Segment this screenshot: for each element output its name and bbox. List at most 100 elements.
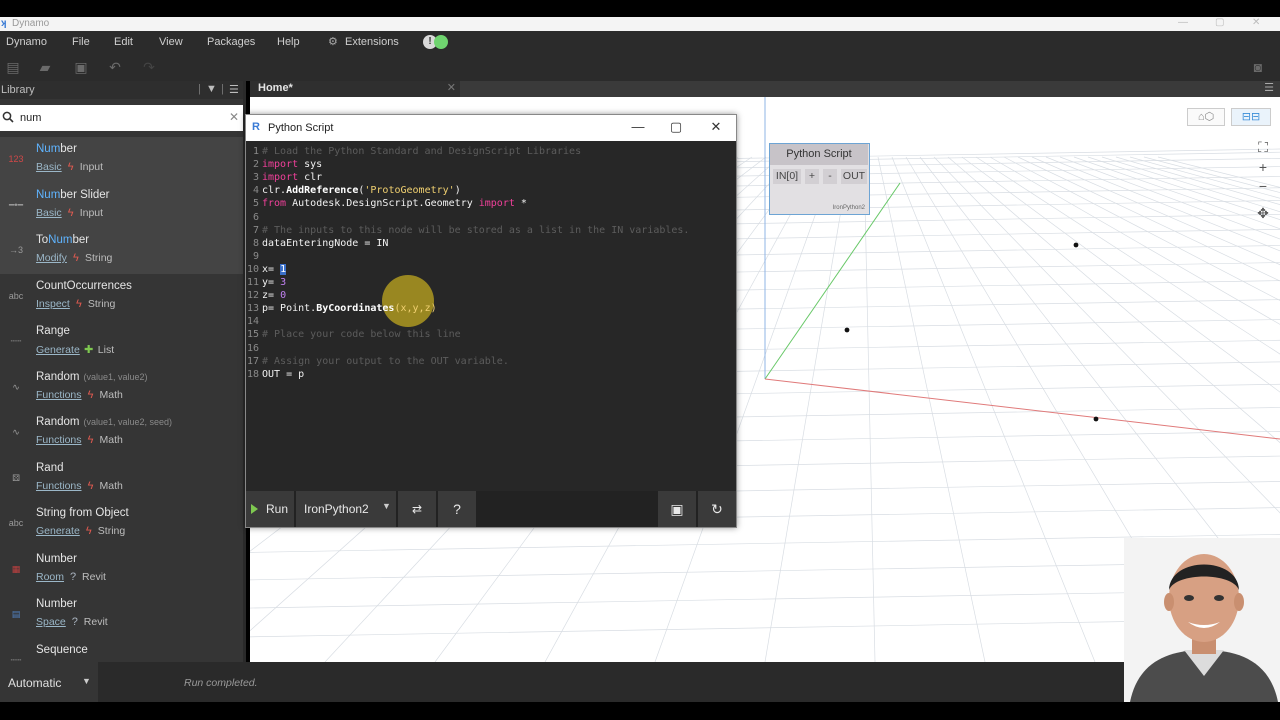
- tab-menu-icon[interactable]: ☰: [1264, 81, 1274, 94]
- line-number: 4: [252, 185, 259, 197]
- library-result-item[interactable]: ━•━ Number Slider Basic ϟ Input: [0, 182, 243, 228]
- maximize-icon[interactable]: ▢: [1215, 17, 1224, 29]
- menu-extensions[interactable]: Extensions: [345, 36, 399, 48]
- close-icon[interactable]: ✕: [1252, 17, 1260, 29]
- help-icon[interactable]: ?: [438, 491, 476, 527]
- result-category[interactable]: Modify: [36, 252, 67, 264]
- redo-icon[interactable]: ↷: [142, 60, 156, 74]
- line-number: 1: [252, 146, 259, 157]
- menu-view[interactable]: View: [159, 36, 183, 48]
- space-node-icon: ▤: [11, 609, 21, 619]
- action-icon: ϟ: [75, 297, 82, 310]
- library-result-item[interactable]: abc CountOccurrences Inspect ϟ String: [0, 274, 243, 320]
- result-category[interactable]: Inspect: [36, 298, 70, 310]
- library-result-item[interactable]: →3 ToNumber Modify ϟ String: [0, 228, 243, 274]
- result-name: Number: [36, 143, 77, 155]
- result-category[interactable]: Generate: [36, 525, 80, 537]
- notification-status[interactable]: !: [423, 35, 449, 49]
- result-category[interactable]: Room: [36, 571, 64, 583]
- filter-icon[interactable]: ▼: [206, 83, 217, 95]
- geometry-point: [844, 327, 850, 333]
- result-name-part: String from Object: [36, 507, 129, 519]
- library-result-item[interactable]: ┄┄ Range Generate ✚ List: [0, 319, 243, 365]
- result-category[interactable]: Space: [36, 616, 66, 628]
- line-number: 18: [246, 368, 259, 380]
- zoom-in-icon[interactable]: +: [1252, 158, 1274, 176]
- menu-dynamo[interactable]: Dynamo: [6, 36, 47, 48]
- result-group: String: [87, 297, 116, 310]
- search-input[interactable]: num: [20, 112, 41, 124]
- zoom-fit-icon[interactable]: ⛶: [1252, 138, 1274, 156]
- result-group: Revit: [83, 616, 108, 628]
- result-name: Number: [36, 553, 77, 565]
- editor-close-icon[interactable]: ✕: [708, 119, 724, 135]
- code-line: 8 dataEnteringNode = IN: [246, 237, 388, 250]
- library-result-item[interactable]: ┄┄ Sequence: [0, 638, 243, 663]
- editor-maximize-icon[interactable]: ▢: [668, 119, 684, 135]
- code-line: 2 import sys: [246, 158, 322, 171]
- result-category[interactable]: Generate: [36, 344, 80, 356]
- query-icon: ?: [69, 570, 77, 583]
- engine-dropdown[interactable]: IronPython2 ▼: [296, 491, 396, 527]
- abc-node-icon: abc: [8, 290, 24, 301]
- result-meta: Generate ϟ String: [36, 525, 125, 537]
- revert-icon[interactable]: ↻: [698, 491, 736, 527]
- camera-icon[interactable]: ◙: [1249, 60, 1267, 74]
- remove-input-button[interactable]: -: [823, 169, 837, 184]
- save-script-icon[interactable]: ▣: [658, 491, 696, 527]
- dice-node-icon: ⚄: [12, 472, 20, 483]
- convert-tabs-icon[interactable]: ⇄: [398, 491, 436, 527]
- new-file-icon[interactable]: ▤: [6, 60, 20, 74]
- tab-close-icon[interactable]: ✕: [447, 81, 456, 94]
- code-editor[interactable]: 1 # Load the Python Standard and DesignSc…: [246, 141, 736, 491]
- node-input-port[interactable]: IN[0]: [773, 169, 801, 184]
- menu-file[interactable]: File: [72, 36, 90, 48]
- webcam-presenter: [1124, 538, 1280, 702]
- result-category[interactable]: Functions: [36, 389, 82, 401]
- result-category[interactable]: Functions: [36, 480, 82, 492]
- result-category[interactable]: Functions: [36, 434, 82, 446]
- result-category[interactable]: Basic: [36, 207, 62, 219]
- pan-icon[interactable]: ✥: [1252, 204, 1274, 222]
- run-mode-dropdown[interactable]: Automatic ▼: [0, 662, 98, 702]
- library-result-item[interactable]: ▤ Number Space? Revit: [0, 592, 243, 638]
- library-result-item[interactable]: ⚄ Rand Functions ϟ Math: [0, 456, 243, 502]
- menu-help[interactable]: Help: [277, 36, 300, 48]
- run-button[interactable]: Run: [246, 491, 294, 527]
- library-result-item[interactable]: ▦ Number Room? Revit: [0, 547, 243, 593]
- tab-home[interactable]: Home* ✕: [250, 81, 460, 97]
- seq-node-icon: ┄┄: [10, 654, 22, 663]
- undo-icon[interactable]: ↶: [108, 60, 122, 74]
- list-view-icon[interactable]: ☰: [229, 83, 239, 96]
- open-file-icon[interactable]: ▰: [38, 60, 52, 74]
- library-search-box[interactable]: num ✕: [0, 105, 243, 131]
- save-icon[interactable]: ▣: [74, 60, 88, 74]
- library-result-item[interactable]: ∿ Random (value1, value2, seed) Functions ϟ M…: [0, 410, 243, 456]
- code-line: 9: [246, 250, 262, 263]
- zoom-out-icon[interactable]: −: [1252, 177, 1274, 195]
- graph-view-toggle-icon[interactable]: ⊟⊟: [1231, 108, 1271, 126]
- minimize-icon[interactable]: —: [1178, 17, 1188, 29]
- result-group: Math: [99, 434, 123, 446]
- clear-search-icon[interactable]: ✕: [229, 110, 239, 124]
- menu-edit[interactable]: Edit: [114, 36, 133, 48]
- code-token: import: [262, 172, 299, 184]
- code-token: x=: [262, 263, 281, 275]
- editor-minimize-icon[interactable]: —: [630, 119, 646, 134]
- python-script-node[interactable]: Python Script IN[0] + - OUT IronPython2: [769, 143, 870, 215]
- result-category[interactable]: Basic: [36, 161, 62, 173]
- line-number: 17: [246, 355, 259, 367]
- geometry-view-toggle-icon[interactable]: ⌂⬡: [1187, 108, 1225, 126]
- line-number: 14: [246, 316, 259, 328]
- library-result-item[interactable]: ∿ Random (value1, value2) Functions ϟ Math: [0, 365, 243, 411]
- add-input-button[interactable]: +: [805, 169, 819, 184]
- library-result-item[interactable]: 123 Number Basic ϟ Input: [0, 137, 243, 183]
- menu-packages[interactable]: Packages: [207, 36, 255, 48]
- library-result-item[interactable]: abc String from Object Generate ϟ String: [0, 501, 243, 547]
- result-group: String: [84, 252, 113, 264]
- result-group: Math: [99, 479, 123, 492]
- node-output-port[interactable]: OUT: [841, 169, 867, 184]
- code-token: # The inputs to this node will be stored…: [262, 224, 690, 236]
- library-panel: Library | ▼ | ☰ num ✕ 123 Number Basic ϟ Inp…: [0, 81, 246, 662]
- random-node-icon: ∿: [12, 381, 20, 392]
